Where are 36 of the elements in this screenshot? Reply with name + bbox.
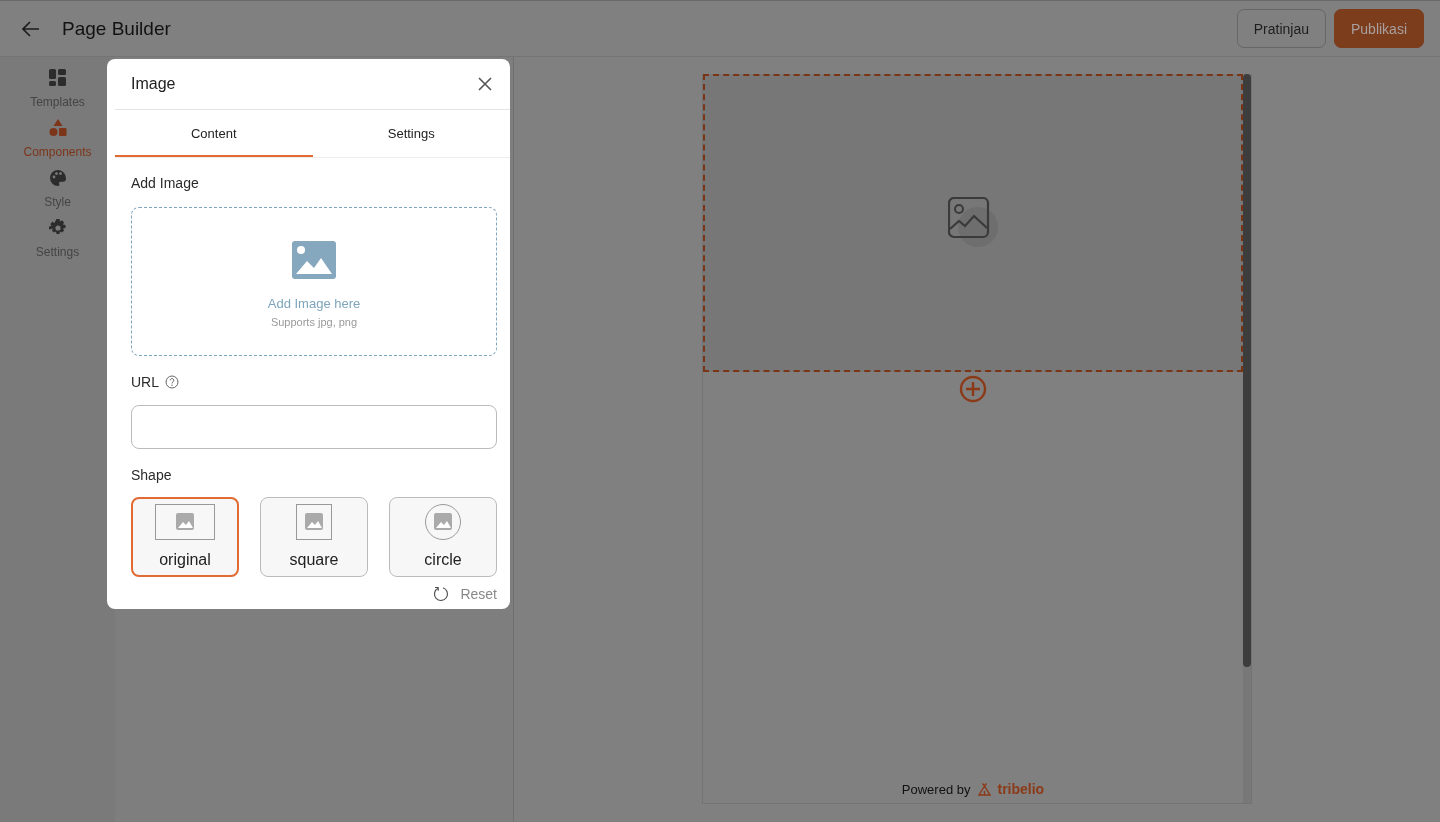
add-image-link[interactable]: Add Image here <box>267 296 361 311</box>
publish-button[interactable]: Publikasi <box>1333 9 1424 48</box>
shape-option[interactable]: original <box>131 497 239 577</box>
back-arrow-icon[interactable] <box>22 20 40 37</box>
tab[interactable]: Settings <box>312 110 510 157</box>
shape-option[interactable]: circle <box>389 497 497 577</box>
reset-button[interactable]: Reset <box>433 586 497 602</box>
shapes-icon <box>48 119 67 137</box>
sidebar-item[interactable]: Components <box>7 119 108 159</box>
grid-icon <box>48 69 67 87</box>
dialog-title: Image <box>131 75 176 93</box>
page-title: Page Builder <box>62 17 171 40</box>
hint-text: Supports jpg, png <box>270 316 358 328</box>
scrollbar[interactable] <box>1243 74 1251 803</box>
brand-name: tribelio <box>997 781 1045 797</box>
circle-image-icon <box>425 504 461 540</box>
field-label: Shape <box>131 467 173 483</box>
square-image-icon <box>296 504 332 540</box>
palette-icon <box>48 169 67 187</box>
url-field[interactable] <box>131 405 497 449</box>
field-label: Add Image <box>131 175 200 191</box>
tab[interactable]: Content <box>115 110 313 157</box>
tent-logo-icon <box>978 782 992 796</box>
image-icon <box>292 241 336 279</box>
image-drop-zone[interactable]: Add Image here Supports jpg, png <box>131 207 497 356</box>
preview-button[interactable]: Pratinjau <box>1236 9 1326 48</box>
field-label: URL <box>131 374 159 390</box>
reset-icon <box>433 586 450 602</box>
close-icon[interactable] <box>478 77 492 91</box>
powered-by-text: Powered by <box>901 781 971 797</box>
image-icon <box>948 197 998 249</box>
help-icon[interactable] <box>165 375 179 389</box>
shape-option[interactable]: square <box>260 497 368 577</box>
gear-icon <box>48 219 67 237</box>
add-circle-icon[interactable] <box>959 375 987 403</box>
wide-image-icon <box>155 504 215 540</box>
